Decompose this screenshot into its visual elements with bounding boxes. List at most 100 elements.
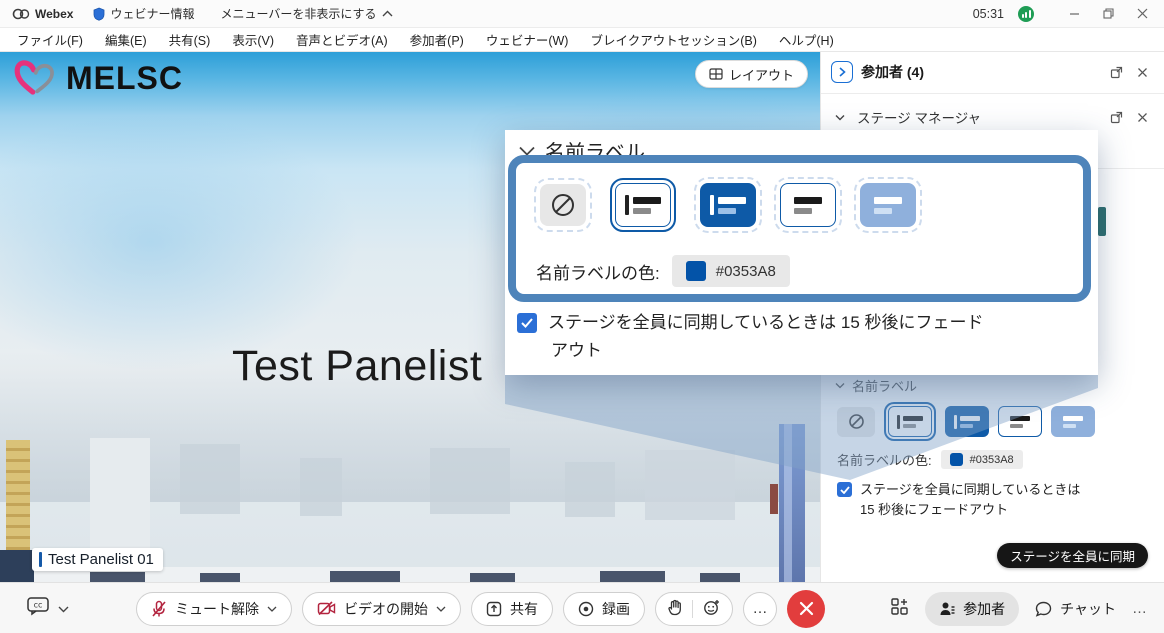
- popout-icon[interactable]: [1107, 63, 1125, 81]
- panel-divider: [821, 93, 1164, 94]
- participant-name-label: Test Panelist 01: [32, 548, 163, 571]
- minimize-button[interactable]: [1062, 4, 1086, 24]
- shield-icon: [93, 7, 105, 21]
- participants-toggle-button[interactable]: 参加者: [925, 592, 1019, 626]
- chevron-down-icon: [436, 606, 446, 612]
- label-style-leftbar-outline-selected[interactable]: [610, 178, 676, 232]
- close-panel-icon[interactable]: [1133, 63, 1151, 81]
- meeting-timer: 05:31: [973, 7, 1004, 21]
- magnified-color-row: 名前ラベルの色: #0353A8: [536, 255, 790, 287]
- webex-window: Webex ウェビナー情報 メニューバーを非表示にする 05:31 ファイル(F…: [0, 0, 1164, 633]
- unmute-button[interactable]: ミュート解除: [136, 592, 292, 626]
- captions-button[interactable]: cc: [26, 596, 50, 621]
- chevron-down-icon[interactable]: [831, 108, 849, 126]
- name-label-accent-bar: [39, 552, 42, 567]
- apps-button[interactable]: [890, 597, 909, 621]
- stage-manager-header: ステージ マネージャ: [821, 104, 1164, 130]
- layout-grid-icon: [709, 68, 723, 80]
- webex-logo: Webex: [12, 7, 77, 21]
- more-panels-button[interactable]: …: [1132, 600, 1148, 617]
- melsc-logo: MELSC: [12, 58, 183, 98]
- label-style-leftbar-filled[interactable]: [700, 183, 756, 227]
- divider: [692, 600, 693, 618]
- building-windows: [470, 573, 515, 582]
- participants-icon: [939, 601, 955, 617]
- building-silhouette: [300, 458, 342, 516]
- menu-help[interactable]: ヘルプ(H): [768, 30, 845, 49]
- building-windows: [330, 571, 400, 582]
- reactions-button[interactable]: [703, 599, 720, 619]
- label-style-none[interactable]: [540, 184, 586, 226]
- label-style-plain-outline[interactable]: [780, 183, 836, 227]
- menu-edit[interactable]: 編集(E): [94, 30, 158, 49]
- unmute-label: ミュート解除: [175, 599, 259, 619]
- layout-button[interactable]: レイアウト: [695, 60, 808, 88]
- record-button[interactable]: 録画: [563, 592, 645, 626]
- participants-toggle-label: 参加者: [963, 599, 1005, 619]
- layout-button-label: レイアウト: [729, 65, 794, 84]
- popout-icon[interactable]: [1107, 108, 1125, 126]
- fade-checkbox-row: ステージを全員に同期しているときは: [837, 480, 1080, 500]
- reactions-group: [655, 592, 733, 626]
- more-options-button[interactable]: …: [743, 592, 777, 626]
- close-window-button[interactable]: [1130, 4, 1154, 24]
- dark-building: [0, 550, 34, 582]
- chat-icon: [1035, 601, 1052, 617]
- stage-thumbnail-fragment: [1098, 207, 1106, 236]
- stage-manager-title: ステージ マネージャ: [857, 107, 981, 127]
- menu-audio-video[interactable]: 音声とビデオ(A): [285, 30, 399, 49]
- menu-share[interactable]: 共有(S): [158, 30, 222, 49]
- close-icon: [799, 601, 814, 616]
- magnifier-popup: 名前ラベル 名前ラベルの色: #0353A8: [505, 130, 1098, 375]
- sync-stage-button-label: ステージを全員に同期: [1010, 546, 1135, 565]
- building-silhouette: [565, 462, 615, 517]
- share-button[interactable]: 共有: [471, 592, 553, 626]
- shared-content-text: Test Panelist: [232, 342, 482, 391]
- record-icon: [578, 601, 594, 617]
- restore-button[interactable]: [1096, 4, 1120, 24]
- fade-checkbox[interactable]: [837, 482, 852, 497]
- building-silhouette: [180, 444, 240, 514]
- sync-stage-button[interactable]: ステージを全員に同期: [997, 543, 1148, 568]
- participants-panel-header: 参加者 (4): [821, 58, 1164, 86]
- label-style-centered-filled[interactable]: [1051, 406, 1095, 437]
- building-windows: [200, 573, 240, 582]
- hide-menubar-button[interactable]: メニューバーを非表示にする: [210, 5, 402, 22]
- collapse-panel-button[interactable]: [831, 61, 853, 83]
- menu-view[interactable]: 表示(V): [221, 30, 285, 49]
- magnifier-highlight-box: 名前ラベルの色: #0353A8: [508, 155, 1091, 302]
- connection-quality-icon[interactable]: [1018, 6, 1034, 22]
- magnified-style-options: [540, 178, 916, 232]
- menu-breakout[interactable]: ブレイクアウトセッション(B): [579, 30, 767, 49]
- menu-file[interactable]: ファイル(F): [6, 30, 94, 49]
- yellow-tower: [6, 440, 30, 566]
- raise-hand-button[interactable]: [668, 599, 682, 619]
- svg-text:cc: cc: [34, 601, 43, 610]
- color-label: 名前ラベルの色:: [536, 259, 660, 284]
- chat-toggle-label: チャット: [1060, 599, 1116, 619]
- hide-menubar-label: メニューバーを非表示にする: [220, 5, 376, 22]
- melsc-heart-icon: [12, 58, 58, 98]
- close-panel-icon[interactable]: [1133, 108, 1151, 126]
- fade-checkbox[interactable]: [517, 313, 537, 333]
- no-label-icon: [550, 192, 576, 218]
- chevron-down-icon: [519, 146, 535, 156]
- red-building: [770, 484, 778, 514]
- captions-chevron-icon[interactable]: [58, 600, 69, 618]
- share-icon: [486, 601, 502, 617]
- menu-webinar[interactable]: ウェビナー(W): [475, 30, 580, 49]
- webinar-info-button[interactable]: ウェビナー情報: [83, 5, 204, 22]
- color-swatch: [686, 261, 706, 281]
- color-swatch: [950, 453, 963, 466]
- sky-texture: [0, 112, 360, 372]
- chat-toggle-button[interactable]: チャット: [1035, 599, 1116, 619]
- leave-meeting-button[interactable]: [787, 590, 825, 628]
- start-video-button[interactable]: ビデオの開始: [302, 592, 461, 626]
- color-picker-button[interactable]: #0353A8: [672, 255, 790, 287]
- menubar: ファイル(F) 編集(E) 共有(S) 表示(V) 音声とビデオ(A) 参加者(…: [0, 28, 1164, 52]
- label-style-centered-filled[interactable]: [860, 183, 916, 227]
- camera-off-icon: [317, 601, 336, 616]
- chevron-down-icon: [267, 606, 277, 612]
- color-picker-button[interactable]: #0353A8: [941, 450, 1023, 469]
- menu-participants[interactable]: 参加者(P): [399, 30, 475, 49]
